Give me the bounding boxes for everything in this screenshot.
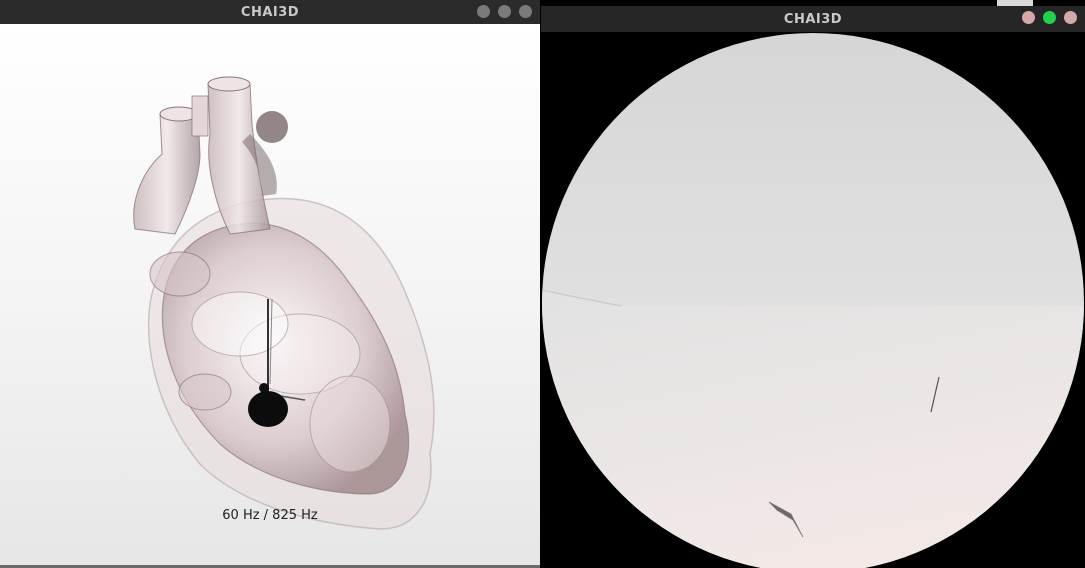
minimize-button[interactable] <box>477 5 490 18</box>
left-window[interactable]: CHAI3D 60 Hz / 825 Hz <box>0 0 540 568</box>
right-window[interactable]: CHAI3D <box>541 0 1085 568</box>
frame-rate-label: 60 Hz / 825 Hz <box>222 508 318 523</box>
right-titlebar[interactable]: CHAI3D <box>541 6 1085 32</box>
left-titlebar[interactable]: CHAI3D <box>0 0 540 24</box>
heart-3d-viewport[interactable] <box>0 24 540 565</box>
maximize-button[interactable] <box>498 5 511 18</box>
close-button[interactable] <box>1064 11 1077 24</box>
endoscope-viewport[interactable] <box>541 32 1085 568</box>
endoscope-circular-view <box>542 33 1084 568</box>
left-window-title: CHAI3D <box>240 5 300 20</box>
right-window-title: CHAI3D <box>783 12 843 27</box>
minimize-button[interactable] <box>1022 11 1035 24</box>
close-button[interactable] <box>519 5 532 18</box>
heart-model <box>133 76 435 530</box>
maximize-button[interactable] <box>1043 11 1056 24</box>
